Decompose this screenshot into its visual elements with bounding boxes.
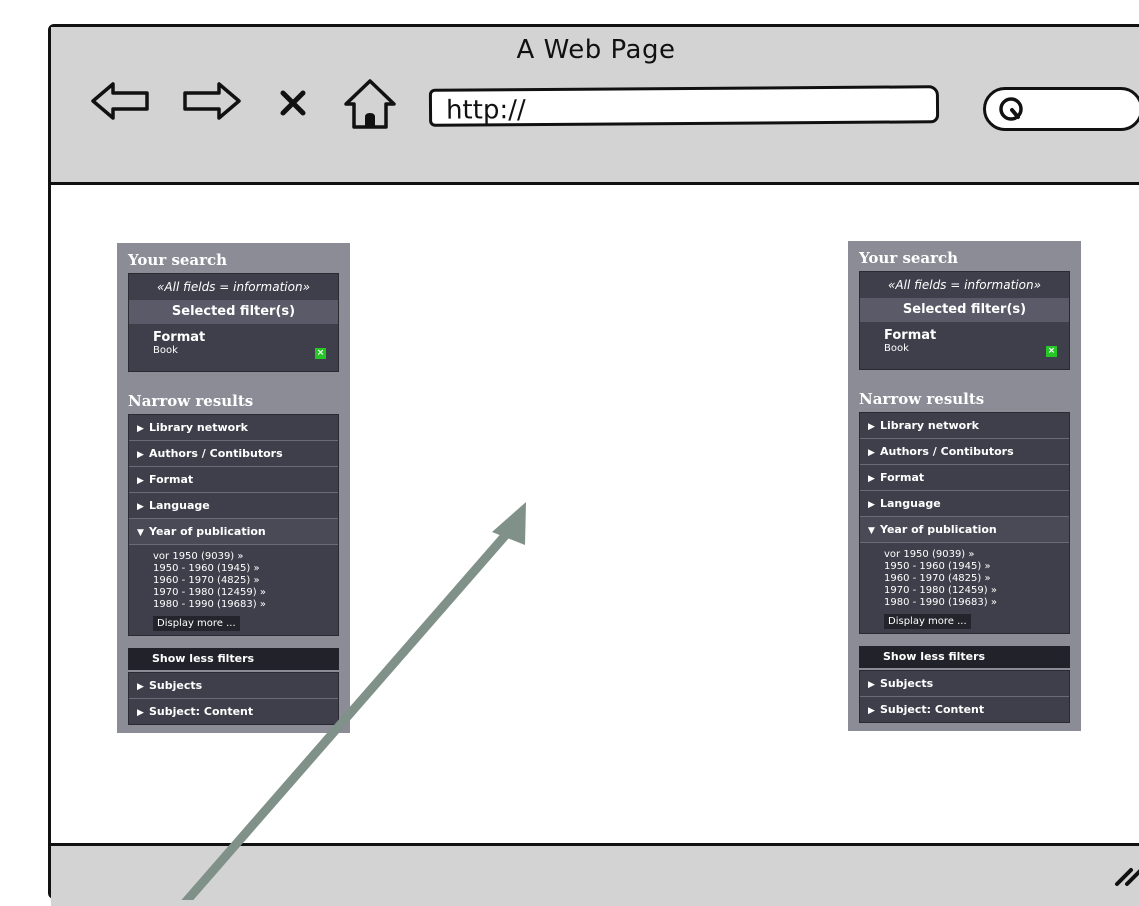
annotation-arrow — [181, 502, 526, 900]
annotation-arrow-shaft — [181, 527, 514, 900]
